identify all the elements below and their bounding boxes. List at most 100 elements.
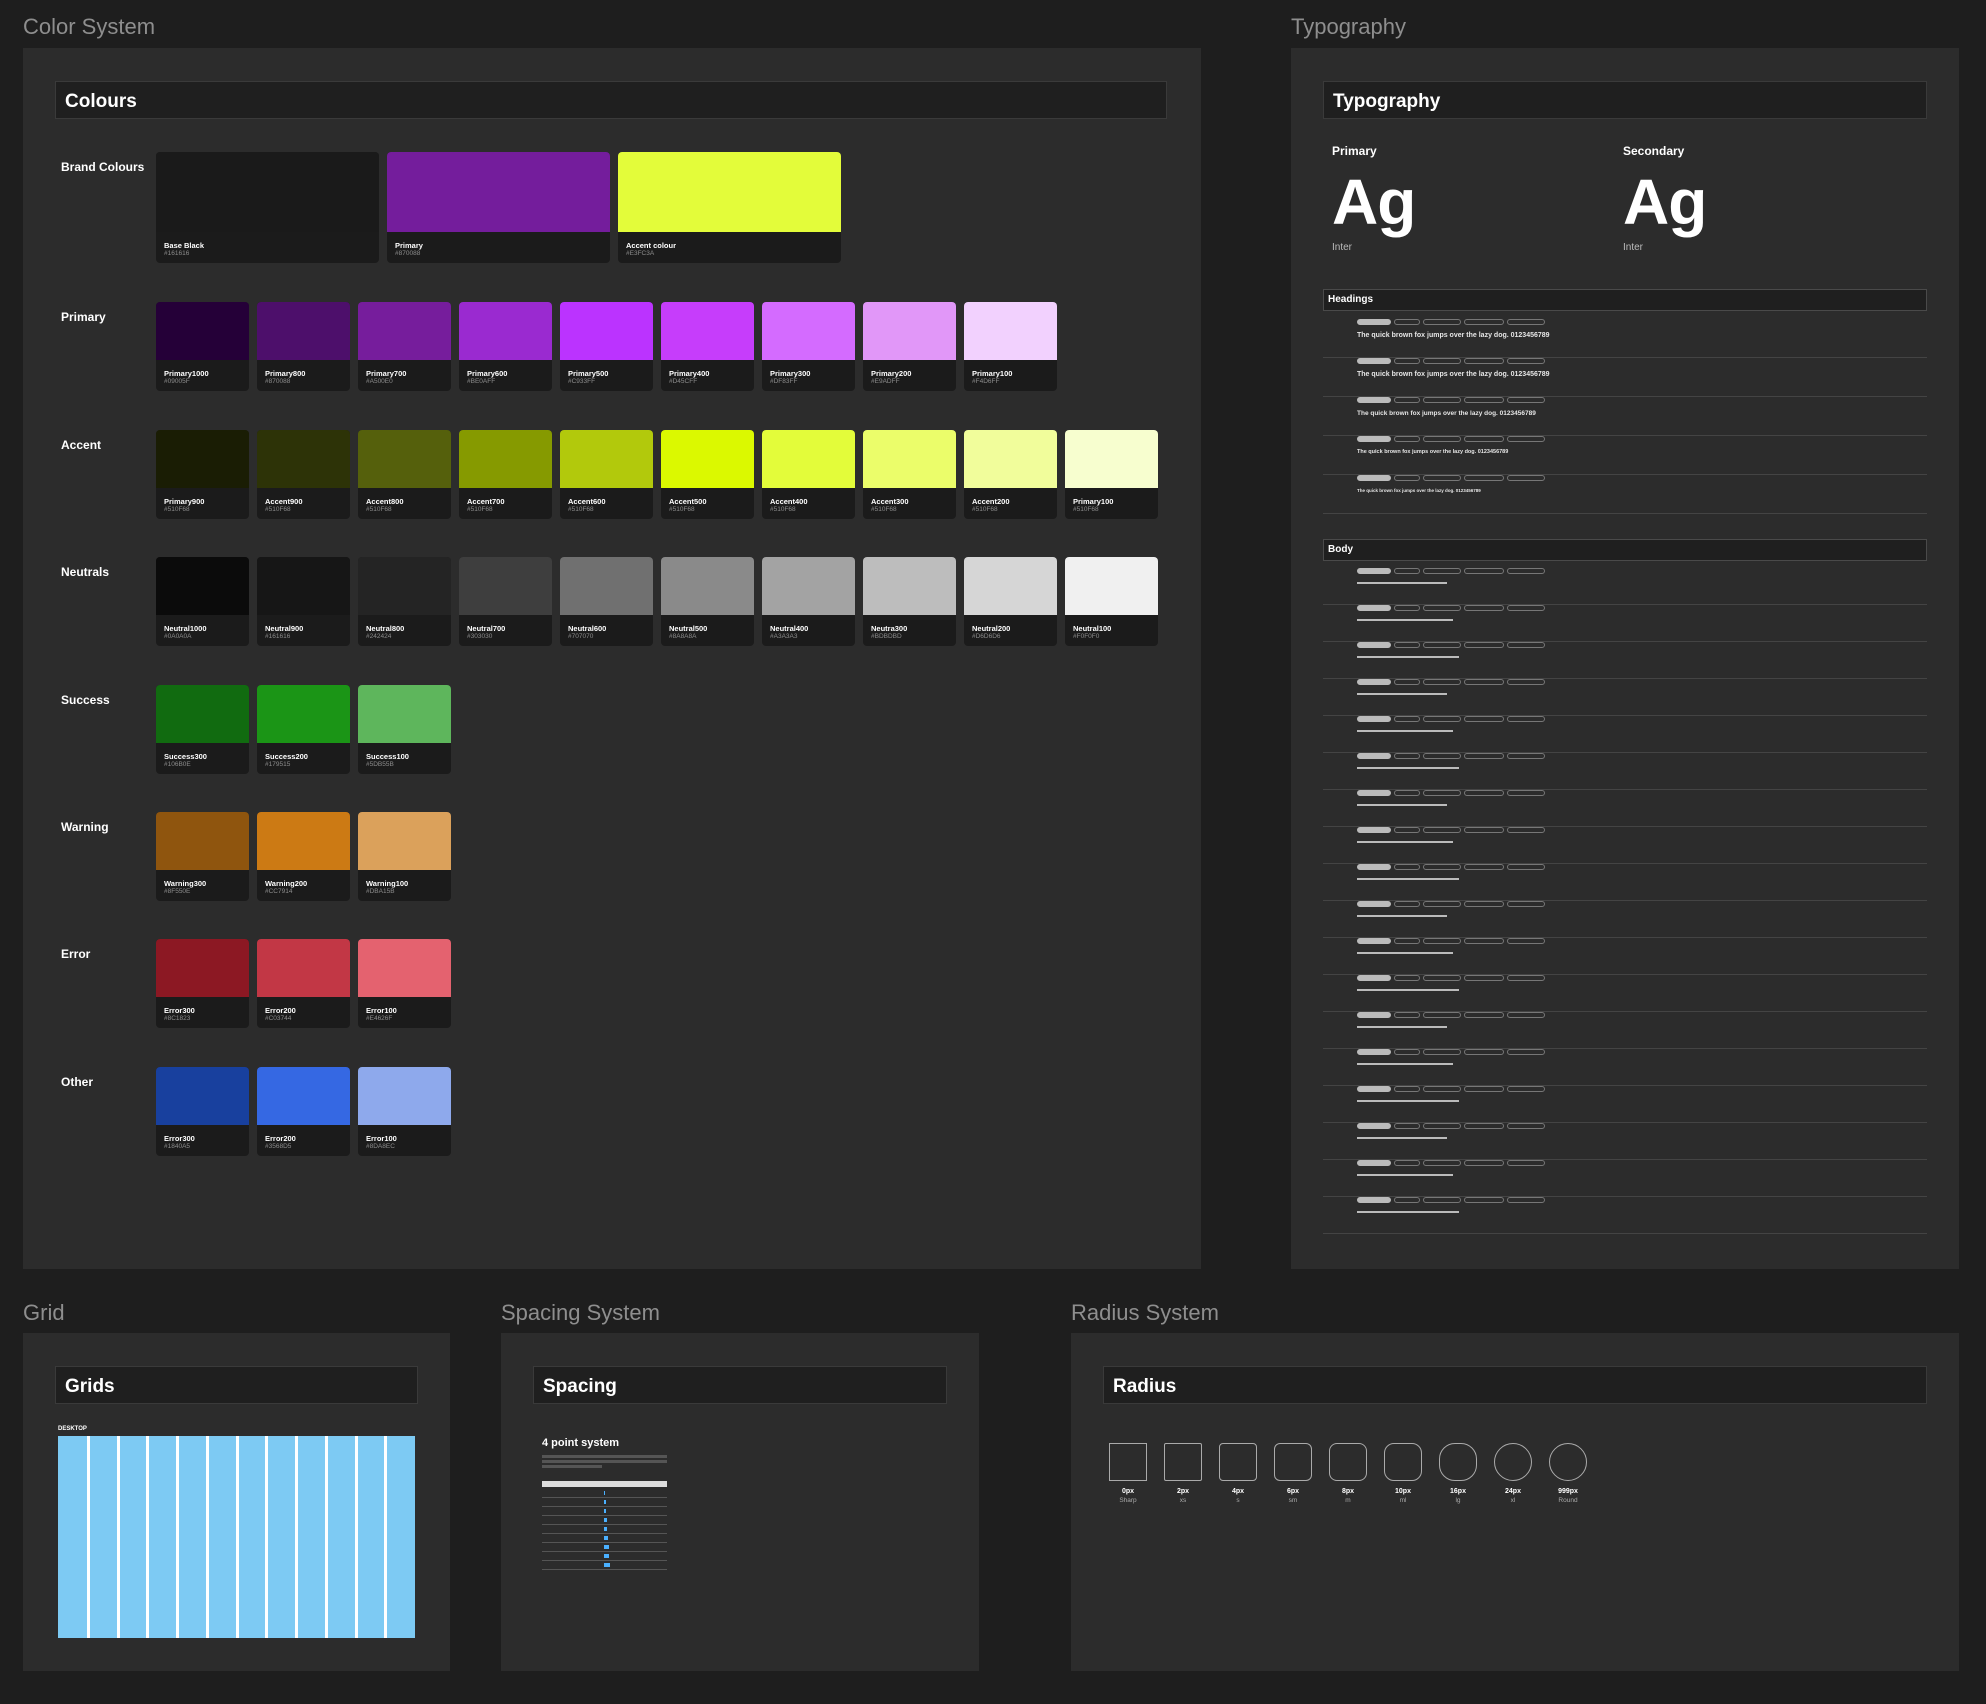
- colour-name: Neutral1000: [164, 624, 207, 633]
- heading-style-row[interactable]: The quick brown fox jumps over the lazy …: [1323, 475, 1927, 514]
- colour-swatch-card[interactable]: Primary400 #D45CFF: [661, 302, 754, 391]
- body-style-row[interactable]: [1323, 1197, 1927, 1234]
- colour-swatch-card[interactable]: Neutral1000 #0A0A0A: [156, 557, 249, 646]
- heading-style-row[interactable]: The quick brown fox jumps over the lazy …: [1323, 397, 1927, 436]
- body-style-row[interactable]: [1323, 864, 1927, 901]
- colour-swatch-card[interactable]: Neutral400 #A3A3A3: [762, 557, 855, 646]
- style-property-tag: [1507, 397, 1545, 403]
- colour-hex: #303030: [467, 633, 493, 640]
- colour-swatch-card[interactable]: Error100 #8DA8EC: [358, 1067, 451, 1156]
- body-sample-text: [1357, 1026, 1447, 1028]
- body-style-row[interactable]: [1323, 975, 1927, 1012]
- colour-swatch-card[interactable]: Accent500 #510F68: [661, 430, 754, 519]
- colour-hex: #510F68: [972, 506, 998, 513]
- colour-hex: #F4D6FF: [972, 378, 1000, 385]
- colour-swatch-card[interactable]: Accent300 #510F68: [863, 430, 956, 519]
- heading-style-row[interactable]: The quick brown fox jumps over the lazy …: [1323, 436, 1927, 475]
- body-style-row[interactable]: [1323, 1049, 1927, 1086]
- colour-swatch: [156, 557, 249, 615]
- colour-swatch-card[interactable]: Primary #870088: [387, 152, 610, 263]
- colours-frame[interactable]: Colours Brand Colours Base Black #161616 Pr…: [23, 48, 1201, 1269]
- colour-swatch-card[interactable]: Neutral900 #161616: [257, 557, 350, 646]
- colour-name: Accent colour: [626, 241, 677, 250]
- colour-swatch-card[interactable]: Accent800 #510F68: [358, 430, 451, 519]
- colour-swatch-card[interactable]: Error200 #3568D5: [257, 1067, 350, 1156]
- colour-swatch-card[interactable]: Accent400 #510F68: [762, 430, 855, 519]
- colour-hex: #E3FC3A: [626, 250, 655, 257]
- colour-swatch-card[interactable]: Warning200 #CC7914: [257, 812, 350, 901]
- colour-swatch-card[interactable]: Neutral800 #242424: [358, 557, 451, 646]
- style-property-tag: [1507, 1197, 1545, 1203]
- colour-swatch-card[interactable]: Success200 #179515: [257, 685, 350, 774]
- colour-swatch-card[interactable]: Neutral700 #303030: [459, 557, 552, 646]
- colour-swatch-card[interactable]: Neutral500 #8A8A8A: [661, 557, 754, 646]
- heading-style-row[interactable]: The quick brown fox jumps over the lazy …: [1323, 319, 1927, 358]
- colour-swatch-card[interactable]: Primary1000 #09005F: [156, 302, 249, 391]
- style-name-tag: [1357, 1012, 1391, 1018]
- body-style-row[interactable]: [1323, 605, 1927, 642]
- body-style-row[interactable]: [1323, 901, 1927, 938]
- colour-swatch-card[interactable]: Accent colour #E3FC3A: [618, 152, 841, 263]
- style-name-tag: [1357, 568, 1391, 574]
- secondary-font-label: Secondary: [1623, 144, 1685, 158]
- body-style-row[interactable]: [1323, 753, 1927, 790]
- colour-swatch-card[interactable]: Primary300 #DF83FF: [762, 302, 855, 391]
- colour-swatch-card[interactable]: Primary500 #C933FF: [560, 302, 653, 391]
- style-property-tag: [1423, 1197, 1461, 1203]
- colour-swatch-card[interactable]: Neutral600 #707070: [560, 557, 653, 646]
- colour-swatch-card[interactable]: Primary600 #BE0AFF: [459, 302, 552, 391]
- body-style-row[interactable]: [1323, 568, 1927, 605]
- style-property-tag: [1464, 319, 1504, 325]
- colour-swatch-card[interactable]: Error100 #E4626F: [358, 939, 451, 1028]
- colour-swatch-card[interactable]: Warning100 #DBA15B: [358, 812, 451, 901]
- heading-style-row[interactable]: The quick brown fox jumps over the lazy …: [1323, 358, 1927, 397]
- colour-swatch-card[interactable]: Primary100 #F4D6FF: [964, 302, 1057, 391]
- grid-gutter: [295, 1436, 298, 1638]
- grids-frame[interactable]: Grids DESKTOP: [23, 1333, 450, 1671]
- radius-frame[interactable]: Radius 0px Sharp 2px xs 4px s 6px sm 8px m 10px ml 1…: [1071, 1333, 1959, 1671]
- colour-swatch-card[interactable]: Success100 #5DB55B: [358, 685, 451, 774]
- body-style-row[interactable]: [1323, 1012, 1927, 1049]
- colour-swatch-card[interactable]: Neutral100 #F0F0F0: [1065, 557, 1158, 646]
- colour-swatch-card[interactable]: Neutra300 #BDBDBD: [863, 557, 956, 646]
- colour-swatch-card[interactable]: Error200 #C03744: [257, 939, 350, 1028]
- colour-swatch: [661, 557, 754, 615]
- style-property-tag: [1464, 436, 1504, 442]
- body-style-row[interactable]: [1323, 790, 1927, 827]
- body-style-row[interactable]: [1323, 679, 1927, 716]
- body-style-row[interactable]: [1323, 1086, 1927, 1123]
- colour-swatch-card[interactable]: Primary800 #870088: [257, 302, 350, 391]
- colour-swatch-card[interactable]: Accent200 #510F68: [964, 430, 1057, 519]
- body-header: Body: [1323, 539, 1927, 561]
- radius-value: 6px: [1286, 1488, 1300, 1495]
- colour-swatch-card[interactable]: Accent900 #510F68: [257, 430, 350, 519]
- colour-hex: #A3A3A3: [770, 633, 798, 640]
- body-style-row[interactable]: [1323, 716, 1927, 753]
- body-style-row[interactable]: [1323, 827, 1927, 864]
- colour-swatch: [156, 430, 249, 488]
- colour-swatch-card[interactable]: Accent700 #510F68: [459, 430, 552, 519]
- typography-frame[interactable]: Typography Primary Ag Inter Secondary Ag…: [1291, 48, 1959, 1269]
- colour-swatch-card[interactable]: Error300 #1840A5: [156, 1067, 249, 1156]
- body-sample-text: [1357, 841, 1453, 843]
- spacing-frame[interactable]: Spacing 4 point system: [501, 1333, 979, 1671]
- colour-swatch-card[interactable]: Primary100 #510F68: [1065, 430, 1158, 519]
- colour-swatch-card[interactable]: Primary200 #E9ADFF: [863, 302, 956, 391]
- colour-swatch-card[interactable]: Neutral200 #D6D6D6: [964, 557, 1057, 646]
- colour-swatch-card[interactable]: Error300 #8C1823: [156, 939, 249, 1028]
- body-style-row[interactable]: [1323, 1123, 1927, 1160]
- body-style-row[interactable]: [1323, 1160, 1927, 1197]
- colour-name: Primary500: [568, 369, 609, 378]
- colour-swatch-card[interactable]: Success300 #106B0E: [156, 685, 249, 774]
- colour-hex: #D6D6D6: [972, 633, 1001, 640]
- colour-swatch-card[interactable]: Primary900 #510F68: [156, 430, 249, 519]
- colour-hex: #707070: [568, 633, 594, 640]
- colour-swatch-card[interactable]: Base Black #161616: [156, 152, 379, 263]
- radius-value: 4px: [1231, 1488, 1245, 1495]
- body-style-row[interactable]: [1323, 642, 1927, 679]
- colour-swatch-card[interactable]: Accent600 #510F68: [560, 430, 653, 519]
- body-style-row[interactable]: [1323, 938, 1927, 975]
- colour-swatch-card[interactable]: Warning300 #8F550E: [156, 812, 249, 901]
- colour-swatch-card[interactable]: Primary700 #A500E0: [358, 302, 451, 391]
- style-property-tag: [1507, 475, 1545, 481]
